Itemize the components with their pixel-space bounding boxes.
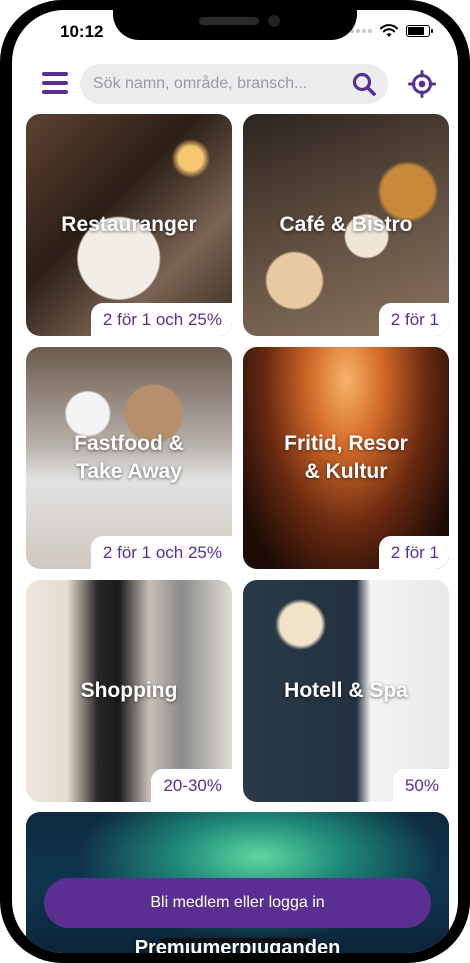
status-time: 10:12 bbox=[60, 22, 104, 41]
offer-badge: 20-30% bbox=[151, 769, 232, 802]
category-card-restauranger[interactable]: Restauranger 2 för 1 och 25% bbox=[26, 114, 232, 336]
status-icons bbox=[350, 24, 433, 38]
category-card-cafe-bistro[interactable]: Café & Bistro 2 för 1 bbox=[243, 114, 449, 336]
category-card-fritid[interactable]: Fritid, Resor & Kultur 2 för 1 bbox=[243, 347, 449, 569]
app-screen: 10:12 Sök namn, område, bransch... Resta… bbox=[12, 10, 458, 953]
wifi-icon bbox=[380, 24, 398, 37]
offer-badge: 2 för 1 och 25% bbox=[90, 303, 232, 336]
member-login-button[interactable]: Bli medlem eller logga in bbox=[44, 878, 431, 928]
offer-badge: 50% bbox=[392, 769, 449, 802]
offer-badge: 2 för 1 bbox=[378, 536, 449, 569]
category-card-hotell-spa[interactable]: Hotell & Spa 50% bbox=[243, 580, 449, 802]
locate-icon[interactable] bbox=[408, 70, 436, 98]
offer-badge: 2 för 1 och 25% bbox=[90, 536, 232, 569]
signal-icon bbox=[350, 29, 372, 33]
phone-frame: 10:12 Sök namn, område, bransch... Resta… bbox=[0, 0, 470, 963]
menu-icon[interactable] bbox=[42, 72, 68, 94]
home-indicator bbox=[160, 938, 310, 943]
offer-badge: 2 för 1 bbox=[378, 303, 449, 336]
search-bar bbox=[80, 64, 388, 104]
top-bar bbox=[12, 62, 458, 106]
category-card-shopping[interactable]: Shopping 20-30% bbox=[26, 580, 232, 802]
search-icon[interactable] bbox=[350, 70, 378, 98]
speaker bbox=[199, 17, 259, 25]
category-card-fastfood[interactable]: Fastfood & Take Away 2 för 1 och 25% bbox=[26, 347, 232, 569]
search-input[interactable] bbox=[93, 75, 350, 93]
notch bbox=[113, 10, 357, 40]
battery-icon bbox=[406, 25, 433, 37]
camera bbox=[268, 15, 280, 27]
